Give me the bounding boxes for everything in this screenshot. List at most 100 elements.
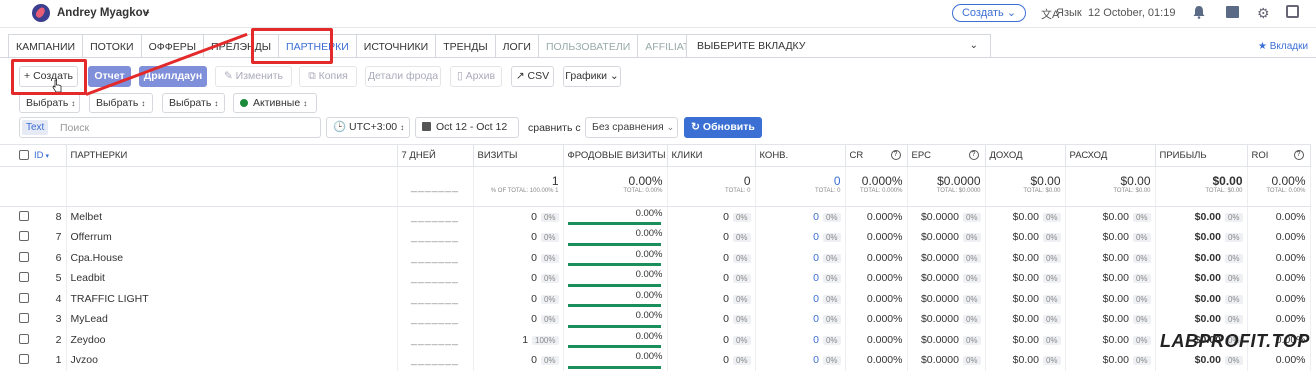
compare-select[interactable]: Без сравнения ⌄ xyxy=(585,117,678,138)
row-checkbox[interactable] xyxy=(19,231,29,242)
row-revenue-cell: $0.00 0% xyxy=(985,329,1066,350)
row-cost-cell: $0.00 0% xyxy=(1065,227,1156,248)
row-conv-pct: 0% xyxy=(822,294,841,304)
row-checkbox[interactable] xyxy=(19,313,29,324)
fraud-details-button[interactable]: Детали фрода xyxy=(365,66,441,87)
create-dropdown-button[interactable]: Создать ⌄ xyxy=(952,4,1026,22)
col-name[interactable]: ПАРТНЕРКИ xyxy=(66,144,398,167)
row-visits: 0 xyxy=(531,211,537,223)
search-placeholder: Поиск xyxy=(60,122,90,134)
col-conversions[interactable]: КОНВ. xyxy=(755,144,846,167)
row-visits-cell: 0 0% xyxy=(473,268,564,289)
csv-button[interactable]: ↗ CSV xyxy=(511,66,554,87)
col-epc[interactable]: EPC? xyxy=(907,144,986,167)
row-sparkline: _______ xyxy=(411,292,459,305)
table-row[interactable]: 5 Leadbit _______ 0 0% 0.00% 0 0% 0 0% 0.000% $0.00… xyxy=(0,268,1311,289)
col-revenue[interactable]: ДОХОД xyxy=(985,144,1066,167)
table-row[interactable]: 1 Jvzoo _______ 0 0% 0.00% 0 0% 0 0% 0.000% $0.0000… xyxy=(0,350,1311,371)
help-icon[interactable]: ? xyxy=(890,150,901,160)
filter-select-1[interactable]: Выбрать ↕ xyxy=(19,93,80,113)
filter-select-1-label: Выбрать xyxy=(26,97,69,109)
col-roi[interactable]: ROI? xyxy=(1247,144,1311,167)
table-row[interactable]: 4 TRAFFIC LIGHT _______ 0 0% 0.00% 0 0% 0 0% 0.000… xyxy=(0,288,1311,309)
expand-icon[interactable] xyxy=(1286,5,1299,18)
search-type-badge[interactable]: Text xyxy=(22,120,49,135)
row-revenue: $0.00 xyxy=(1012,354,1039,367)
charts-button[interactable]: Графики ⌄ xyxy=(563,66,621,87)
row-checkbox[interactable] xyxy=(19,272,29,283)
help-icon[interactable]: ? xyxy=(1293,150,1304,160)
row-conv[interactable]: 0 xyxy=(813,272,819,284)
current-date: 12 October, 01:19 xyxy=(1088,7,1176,19)
col-cost[interactable]: РАСХОД xyxy=(1065,144,1156,167)
copy-button[interactable]: ⧉ Копия xyxy=(299,66,357,87)
row-conv[interactable]: 0 xyxy=(813,252,819,264)
col-profit[interactable]: ПРИБЫЛЬ xyxy=(1155,144,1248,167)
row-visits-pct: 0% xyxy=(540,253,559,263)
search-input[interactable]: Text Поиск xyxy=(19,117,321,138)
tab-select-dropdown[interactable]: ВЫБЕРИТЕ ВКЛАДКУ ⌄ xyxy=(686,34,991,58)
tab-sources[interactable]: ИСТОЧНИКИ xyxy=(355,34,436,58)
select-all-checkbox[interactable] xyxy=(19,149,29,160)
edit-button[interactable]: ✎ Изменить xyxy=(215,66,292,87)
row-clicks-cell: 0 0% xyxy=(667,247,756,268)
col-7days[interactable]: 7 ДНЕЙ xyxy=(397,144,474,167)
row-conv[interactable]: 0 xyxy=(813,231,819,243)
row-clicks-cell: 0 0% xyxy=(667,227,756,248)
row-checkbox[interactable] xyxy=(19,292,29,303)
row-cr-cell: 0.000% xyxy=(845,309,908,330)
row-name: TRAFFIC LIGHT xyxy=(70,292,149,305)
filter-select-2[interactable]: Выбрать ↕ xyxy=(89,93,153,113)
row-revenue: $0.00 xyxy=(1012,333,1039,346)
tab-trends[interactable]: ТРЕНДЫ xyxy=(435,34,495,58)
col-visits[interactable]: ВИЗИТЫ xyxy=(473,144,564,167)
timezone-select[interactable]: 🕒 UTC+3:00 ↕ xyxy=(326,117,410,138)
tab-users[interactable]: ПОЛЬЗОВАТЕЛИ xyxy=(537,34,638,58)
tab-logs[interactable]: ЛОГИ xyxy=(494,34,538,58)
col-fraud-visits[interactable]: ФРОДОВЫЕ ВИЗИТЫ xyxy=(563,144,668,167)
row-conv[interactable]: 0 xyxy=(813,354,819,366)
archive-button[interactable]: ▯ Архив xyxy=(450,66,502,87)
row-profit: $0.00 xyxy=(1194,292,1221,305)
avatar[interactable] xyxy=(32,4,50,22)
bell-icon[interactable] xyxy=(1193,5,1205,19)
row-conv[interactable]: 0 xyxy=(813,313,819,325)
row-cost-cell: $0.00 0% xyxy=(1065,309,1156,330)
totals-cost: $0.00 xyxy=(1120,174,1151,188)
fraud-bar xyxy=(567,304,661,307)
row-checkbox[interactable] xyxy=(19,211,29,221)
date-range-picker[interactable]: Oct 12 - Oct 12 xyxy=(415,117,519,138)
row-visits: 0 xyxy=(531,251,537,264)
bookmarks-link[interactable]: ★ Вкладки xyxy=(1258,41,1308,52)
tab-flows[interactable]: ПОТОКИ xyxy=(82,34,141,58)
table-row[interactable]: 8 Melbet _______ 0 0% 0.00% 0 0% 0 0% 0.000% $0.000… xyxy=(0,206,1311,227)
row-conv[interactable]: 0 xyxy=(813,293,819,305)
col-cr[interactable]: CR? xyxy=(845,144,908,167)
language-button[interactable]: Язык xyxy=(1056,7,1082,19)
tab-campaigns[interactable]: КАМПАНИИ xyxy=(8,34,83,58)
row-conv[interactable]: 0 xyxy=(813,211,819,223)
row-checkbox[interactable] xyxy=(19,354,29,365)
row-checkbox[interactable] xyxy=(19,251,29,262)
row-id: 5 xyxy=(55,272,62,285)
user-name[interactable]: Andrey Myagkov xyxy=(57,7,149,19)
row-revenue-pct: 0% xyxy=(1042,294,1061,304)
gear-icon[interactable]: ⚙ xyxy=(1257,5,1270,22)
status-filter[interactable]: Активные ↕ xyxy=(233,93,317,113)
table-row[interactable]: 7 Offerrum _______ 0 0% 0.00% 0 0% 0 0% 0.000% $0.0… xyxy=(0,227,1311,248)
totals-conv[interactable]: 0 xyxy=(760,167,841,188)
table-row[interactable]: 3 MyLead _______ 0 0% 0.00% 0 0% 0 0% 0.000% $0.000… xyxy=(0,309,1311,330)
row-conv[interactable]: 0 xyxy=(813,334,819,346)
refresh-button[interactable]: ↻ Обновить xyxy=(684,117,762,138)
help-icon[interactable]: ? xyxy=(968,150,979,160)
col-clicks[interactable]: КЛИКИ xyxy=(667,144,756,167)
filter-select-3[interactable]: Выбрать ↕ xyxy=(162,93,225,113)
row-cr: 0.000% xyxy=(866,251,903,264)
book-icon[interactable] xyxy=(1226,6,1239,18)
totals-revenue-cell: $0.00 TOTAL: $0.00 xyxy=(985,166,1066,207)
col-id[interactable]: ID ▾ xyxy=(30,144,67,167)
chevron-down-icon[interactable]: ⌄ xyxy=(143,6,151,17)
table-row[interactable]: 6 Cpa.House _______ 0 0% 0.00% 0 0% 0 0% 0.000% $0.… xyxy=(0,247,1311,268)
table-row[interactable]: 2 Zeydoo _______ 1 100% 0.00% 0 0% 0 0% 0.000% $0.0… xyxy=(0,329,1311,350)
row-checkbox[interactable] xyxy=(19,333,29,344)
